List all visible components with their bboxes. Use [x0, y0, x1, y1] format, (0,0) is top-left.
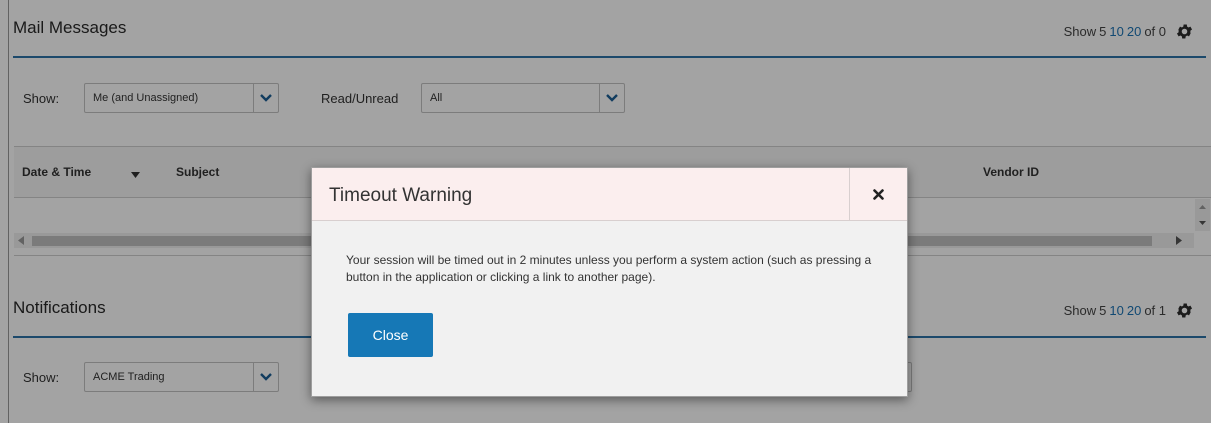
- dialog-header: Timeout Warning: [312, 168, 907, 221]
- timeout-warning-dialog: Timeout Warning Your session will be tim…: [311, 167, 908, 397]
- close-icon: [873, 188, 884, 200]
- dialog-title: Timeout Warning: [329, 185, 473, 206]
- dialog-message: Your session will be timed out in 2 minu…: [346, 253, 872, 284]
- close-button[interactable]: Close: [348, 313, 433, 357]
- dialog-close-button[interactable]: [849, 168, 907, 220]
